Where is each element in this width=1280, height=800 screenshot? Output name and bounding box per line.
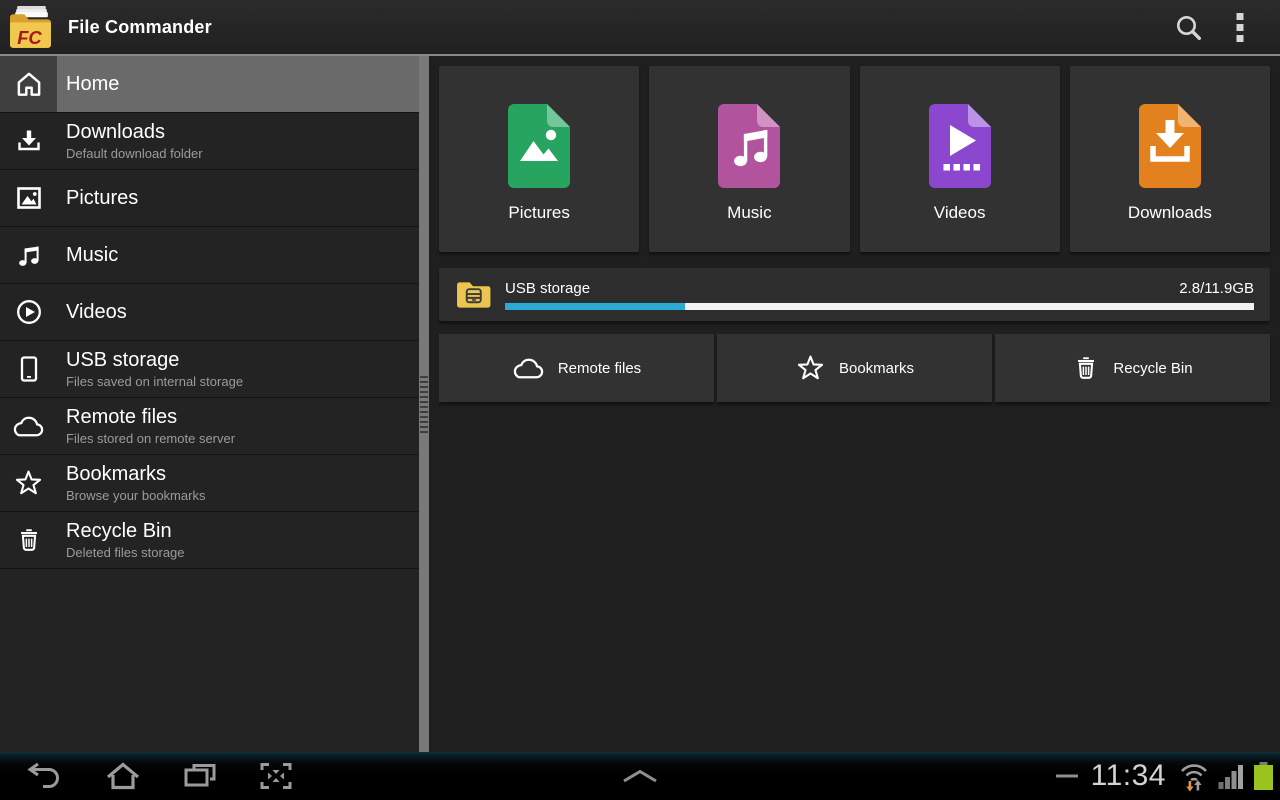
- sidebar-item-label: Pictures: [66, 187, 139, 209]
- category-card-downloads[interactable]: Downloads: [1069, 66, 1270, 252]
- category-card-pictures[interactable]: Pictures: [439, 66, 640, 252]
- signal-strength-icon: [1218, 765, 1243, 789]
- category-card-videos[interactable]: Videos: [859, 66, 1060, 252]
- sidebar-splitter-handle[interactable]: [419, 56, 429, 752]
- clock: 11:34: [1090, 759, 1166, 792]
- sidebar-item-subtitle: Browse your bookmarks: [66, 488, 206, 503]
- usb-storage-icon: [0, 341, 57, 397]
- trash-icon: [1078, 357, 1095, 379]
- system-nav-bar: 11:34: [0, 752, 1280, 800]
- music-file-icon: [718, 104, 781, 188]
- category-card-music[interactable]: Music: [649, 66, 850, 252]
- sidebar-item-pictures[interactable]: Pictures: [0, 170, 419, 227]
- sidebar-item-videos[interactable]: Videos: [0, 284, 419, 341]
- sidebar-empty-area: [0, 569, 419, 752]
- sidebar-item-label: USB storage: [66, 349, 180, 371]
- usb-storage-label: USB storage: [505, 279, 591, 297]
- battery-icon: [1254, 762, 1273, 790]
- category-card-label: Downloads: [1127, 203, 1212, 222]
- sidebar-item-remote-files[interactable]: Remote files Files stored on remote serv…: [0, 398, 419, 455]
- trash-icon: [0, 512, 57, 568]
- app-logo-icon: FC: [10, 5, 51, 48]
- app-title: File Commander: [68, 16, 212, 37]
- usb-storage-body: USB storage 2.8/11.9GB: [505, 280, 1254, 310]
- overflow-menu-icon: [1236, 12, 1244, 42]
- overflow-menu-button[interactable]: [1214, 0, 1266, 54]
- pictures-file-icon: [508, 104, 571, 188]
- sidebar-item-label: Home: [66, 73, 120, 95]
- sidebar-item-label: Downloads: [66, 121, 165, 143]
- shortcut-label: Recycle Bin: [1113, 359, 1193, 377]
- sidebar-item-label: Bookmarks: [66, 463, 167, 485]
- category-card-label: Pictures: [508, 203, 570, 222]
- content-area: Home Downloads Default download folder P…: [0, 54, 1280, 752]
- sidebar-item-recycle-bin[interactable]: Recycle Bin Deleted files storage: [0, 512, 419, 569]
- sidebar-item-subtitle: Files stored on remote server: [66, 431, 236, 446]
- sidebar: Home Downloads Default download folder P…: [0, 56, 419, 752]
- logo-text: FC: [17, 26, 42, 47]
- usb-progress-track: [505, 302, 1254, 310]
- action-bar: FC File Commander: [0, 0, 1280, 54]
- recent-apps-icon: [184, 764, 216, 787]
- chevron-up-icon: [623, 769, 657, 783]
- expand-tray-button[interactable]: [621, 769, 659, 783]
- shortcut-row: Remote files Bookmarks Recycle Bin: [439, 334, 1270, 402]
- screen-capture-icon: [260, 763, 292, 789]
- sidebar-item-subtitle: Deleted files storage: [66, 545, 185, 560]
- videos-icon: [0, 284, 57, 340]
- cloud-icon: [0, 398, 57, 454]
- usb-storage-usage: 2.8/11.9GB: [1179, 279, 1254, 297]
- screen-capture-button[interactable]: [258, 761, 294, 791]
- category-card-row: Pictures Music Videos Downloads: [439, 66, 1270, 252]
- cloud-icon: [513, 358, 544, 378]
- star-icon: [0, 455, 57, 511]
- star-icon: [797, 355, 824, 379]
- recent-apps-button[interactable]: [182, 761, 218, 791]
- sidebar-item-label: Recycle Bin: [66, 520, 172, 542]
- search-icon: [1177, 16, 1201, 40]
- shortcut-recycle-bin[interactable]: Recycle Bin: [995, 334, 1270, 402]
- sidebar-item-label: Music: [66, 244, 119, 266]
- sidebar-item-subtitle: Files saved on internal storage: [66, 374, 244, 389]
- shortcut-bookmarks[interactable]: Bookmarks: [717, 334, 992, 402]
- sidebar-item-label: Videos: [66, 301, 127, 323]
- home-icon: [0, 56, 57, 112]
- download-icon: [0, 113, 57, 169]
- sidebar-item-subtitle: Default download folder: [66, 146, 203, 161]
- home-nav-icon: [106, 762, 140, 790]
- home-nav-button[interactable]: [104, 761, 142, 791]
- videos-file-icon: [928, 104, 991, 188]
- sidebar-item-downloads[interactable]: Downloads Default download folder: [0, 113, 419, 170]
- sidebar-item-usb-storage[interactable]: USB storage Files saved on internal stor…: [0, 341, 419, 398]
- sidebar-item-music[interactable]: Music: [0, 227, 419, 284]
- usb-progress-fill: [505, 302, 685, 310]
- back-icon: [27, 762, 59, 788]
- back-button[interactable]: [24, 761, 64, 791]
- main-panel: Pictures Music Videos Downloads USB stor…: [429, 56, 1280, 752]
- usb-storage-panel[interactable]: USB storage 2.8/11.9GB: [439, 268, 1270, 321]
- sidebar-item-label: Remote files: [66, 406, 178, 428]
- wifi-status-icon: [1181, 764, 1207, 792]
- shortcut-remote-files[interactable]: Remote files: [439, 334, 714, 402]
- category-card-label: Music: [727, 203, 772, 222]
- music-icon: [0, 227, 57, 283]
- shortcut-label: Bookmarks: [838, 359, 915, 377]
- usb-folder-icon: [457, 281, 491, 308]
- splitter-grip-icon: [420, 376, 428, 434]
- pictures-icon: [0, 170, 57, 226]
- download-file-icon: [1138, 104, 1201, 188]
- sidebar-item-home[interactable]: Home: [0, 56, 419, 113]
- minimize-dash-icon: [1055, 774, 1078, 778]
- search-button[interactable]: [1162, 0, 1214, 54]
- category-card-label: Videos: [933, 203, 986, 222]
- sidebar-item-bookmarks[interactable]: Bookmarks Browse your bookmarks: [0, 455, 419, 512]
- shortcut-label: Remote files: [557, 359, 642, 377]
